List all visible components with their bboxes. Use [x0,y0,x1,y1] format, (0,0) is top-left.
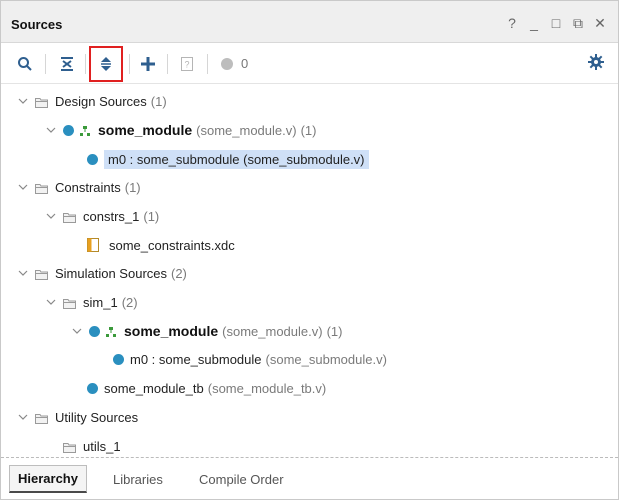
tree-node-utility-sources[interactable]: Utility Sources [1,403,618,429]
selected-node-label: m0 : some_submodule (some_submodule.v) [104,149,369,169]
tree-node-label: some_constraints.xdc [109,237,235,253]
tree-node-file: (some_submodule.v) [265,351,387,367]
tree-node-design-sources[interactable]: Design Sources (1) [1,87,618,113]
sources-tree: Design Sources (1) some_module (some_mod… [1,85,618,455]
folder-icon [35,182,48,194]
svg-text:?: ? [184,60,189,70]
toolbar: ? 0 [1,44,618,84]
tree-node-sim-m0[interactable]: m0 : some_submodule (some_submodule.v) [1,345,618,371]
tree-node-label: sim_1 [83,294,118,310]
chevron-down-icon[interactable] [17,95,29,107]
tree-node-label: some_module_tb [104,380,204,396]
tree-node-count: (1) [150,93,167,109]
tree-node-label: m0 : some_submodule [130,351,262,367]
tree-node-count: (1) [124,179,141,195]
properties-button[interactable]: ? [173,50,201,78]
panel-title: Sources [11,17,63,32]
add-icon [141,57,155,71]
expand-all-icon [101,57,111,71]
status-circle-icon [221,58,233,70]
toolbar-separator [167,54,168,74]
chevron-down-icon[interactable] [71,325,83,337]
chevron-down-icon[interactable] [45,296,57,308]
window-controls: ? _ □ ⧉ ✕ [506,15,606,32]
collapse-all-icon [61,57,73,71]
tree-node-constraints[interactable]: Constraints (1) [1,173,618,199]
view-tabs: Hierarchy Libraries Compile Order [1,457,618,499]
toolbar-separator [129,54,130,74]
module-count: (1) [300,122,317,138]
tree-node-file: (some_module_tb.v) [207,380,327,396]
status-count: 0 [241,56,249,71]
hierarchy-top-icon [106,326,116,337]
minimize-icon[interactable]: _ [528,15,540,31]
sources-panel: Sources ? _ □ ⧉ ✕ ? 0 Design Sources (1)… [0,0,619,500]
toolbar-separator [207,54,208,74]
module-file: (some_module.v) [222,323,323,339]
chevron-down-icon[interactable] [45,210,57,222]
folder-icon [63,211,76,223]
module-dot-icon [113,353,124,365]
toolbar-separator [45,54,46,74]
tree-node-count: (1) [143,208,160,224]
unknown-file-icon: ? [181,57,193,71]
tree-node-xdc-file[interactable]: some_constraints.xdc [1,231,618,257]
add-sources-button[interactable] [134,50,162,78]
module-name: some_module [98,122,193,138]
tab-compile-order[interactable]: Compile Order [191,465,292,493]
help-icon[interactable]: ? [506,15,518,31]
settings-button[interactable] [588,54,604,73]
close-icon[interactable]: ✕ [594,15,606,31]
folder-icon [35,96,48,108]
tree-node-label: constrs_1 [83,208,140,224]
tree-node-sim-some-module[interactable]: some_module (some_module.v) (1) [1,317,618,343]
search-button[interactable] [11,50,39,78]
hierarchy-top-icon [80,125,90,136]
tree-node-label: Design Sources [55,93,147,109]
module-dot-icon [89,325,100,337]
module-name: some_module [124,323,219,339]
tree-node-utils-1[interactable]: utils_1 [1,432,618,455]
module-dot-icon [63,124,74,136]
panel-titlebar: Sources ? _ □ ⧉ ✕ [1,1,618,43]
constraints-file-icon [87,238,99,252]
folder-icon [35,412,48,424]
chevron-down-icon[interactable] [17,267,29,279]
chevron-down-icon[interactable] [17,181,29,193]
toolbar-separator [85,54,86,74]
chevron-down-icon[interactable] [17,411,29,423]
module-dot-icon [87,382,98,394]
tree-node-label: Constraints [55,179,121,195]
status-button[interactable] [213,50,241,78]
tree-node-sim-1[interactable]: sim_1 (2) [1,288,618,314]
tree-node-count: (2) [171,265,187,281]
module-dot-icon [87,153,98,165]
chevron-down-icon[interactable] [45,124,57,136]
maximize-icon[interactable]: □ [550,15,562,31]
folder-icon [35,268,48,280]
folder-icon [63,441,76,453]
tree-node-testbench[interactable]: some_module_tb (some_module_tb.v) [1,374,618,400]
tree-node-label: Utility Sources [55,409,139,425]
tree-node-constrs-1[interactable]: constrs_1 (1) [1,202,618,228]
expand-all-button[interactable] [89,46,123,82]
tree-node-some-module[interactable]: some_module (some_module.v) (1) [1,116,618,142]
folder-icon [63,297,76,309]
float-icon[interactable]: ⧉ [572,15,584,31]
tree-node-label: utils_1 [83,438,121,454]
tree-node-simulation-sources[interactable]: Simulation Sources (2) [1,259,618,285]
tab-libraries[interactable]: Libraries [105,465,171,493]
tree-node-m0-design[interactable]: m0 : some_submodule (some_submodule.v) [1,145,618,171]
module-count: (1) [326,323,343,339]
tree-node-label: Simulation Sources [55,265,167,281]
collapse-all-button[interactable] [53,50,81,78]
gear-icon [588,54,604,70]
tab-hierarchy[interactable]: Hierarchy [9,465,87,493]
tree-node-count: (2) [121,294,138,310]
search-icon [18,57,32,71]
module-file: (some_module.v) [196,122,297,138]
